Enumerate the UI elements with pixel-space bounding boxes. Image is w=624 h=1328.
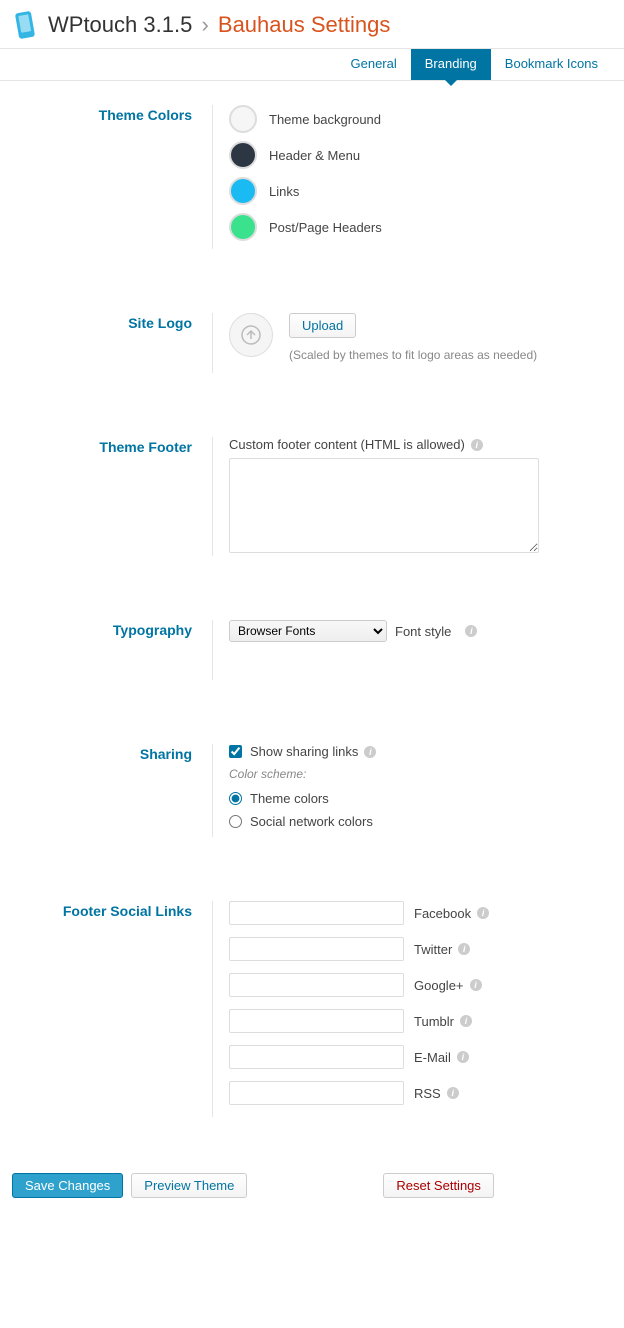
tumblr-input[interactable]: [229, 1009, 404, 1033]
color-label: Links: [269, 184, 299, 199]
tab-bookmark-icons[interactable]: Bookmark Icons: [491, 49, 612, 80]
social-row-email: E-Mail i: [229, 1045, 612, 1069]
page-header: WPtouch 3.1.5 › Bauhaus Settings: [0, 0, 624, 49]
radio-row-theme-colors: Theme colors: [229, 791, 612, 806]
save-changes-button[interactable]: Save Changes: [12, 1173, 123, 1198]
section-body: Show sharing links i Color scheme: Theme…: [212, 744, 612, 837]
info-icon[interactable]: i: [458, 943, 470, 955]
color-label: Theme background: [269, 112, 381, 127]
tab-branding[interactable]: Branding: [411, 49, 491, 80]
color-row-theme-background: Theme background: [229, 105, 612, 133]
section-title: Sharing: [12, 744, 212, 837]
color-row-links: Links: [229, 177, 612, 205]
color-swatch[interactable]: [229, 213, 257, 241]
upload-arrow-icon: [241, 325, 261, 345]
radio-row-social-colors: Social network colors: [229, 814, 612, 829]
section-body: Upload (Scaled by themes to fit logo are…: [212, 313, 612, 373]
wptouch-logo-icon: [12, 10, 42, 40]
preview-theme-button[interactable]: Preview Theme: [131, 1173, 247, 1198]
section-theme-footer: Theme Footer Custom footer content (HTML…: [0, 413, 624, 596]
social-row-facebook: Facebook i: [229, 901, 612, 925]
section-title: Site Logo: [12, 313, 212, 373]
email-input[interactable]: [229, 1045, 404, 1069]
product-name: WPtouch 3.1.5: [48, 12, 192, 37]
logo-row: Upload (Scaled by themes to fit logo are…: [229, 313, 612, 362]
social-label: Facebook: [414, 906, 471, 921]
info-icon[interactable]: i: [465, 625, 477, 637]
info-icon[interactable]: i: [460, 1015, 472, 1027]
color-row-header-menu: Header & Menu: [229, 141, 612, 169]
info-icon[interactable]: i: [470, 979, 482, 991]
color-label: Post/Page Headers: [269, 220, 382, 235]
logo-placeholder: [229, 313, 273, 357]
font-style-select[interactable]: Browser Fonts: [229, 620, 387, 642]
section-body: Browser Fonts Font style i: [212, 620, 612, 680]
tab-general[interactable]: General: [337, 49, 411, 80]
info-icon[interactable]: i: [447, 1087, 459, 1099]
social-row-googleplus: Google+ i: [229, 973, 612, 997]
color-scheme-radio-theme[interactable]: [229, 792, 242, 805]
social-label: Twitter: [414, 942, 452, 957]
section-site-logo: Site Logo Upload (Scaled by themes to fi…: [0, 289, 624, 413]
social-label: RSS: [414, 1086, 441, 1101]
show-sharing-checkbox[interactable]: [229, 745, 242, 758]
show-sharing-label: Show sharing links: [250, 744, 358, 759]
page-title: WPtouch 3.1.5 › Bauhaus Settings: [48, 12, 390, 38]
color-swatch[interactable]: [229, 105, 257, 133]
footer-content-textarea[interactable]: [229, 458, 539, 553]
typography-row: Browser Fonts Font style i: [229, 620, 612, 642]
info-icon[interactable]: i: [457, 1051, 469, 1063]
radio-label: Social network colors: [250, 814, 373, 829]
rss-input[interactable]: [229, 1081, 404, 1105]
info-icon[interactable]: i: [364, 746, 376, 758]
footer-actions: Save Changes Preview Theme Reset Setting…: [0, 1157, 624, 1222]
section-body: Theme background Header & Menu Links Pos…: [212, 105, 612, 249]
section-sharing: Sharing Show sharing links i Color schem…: [0, 720, 624, 877]
social-row-rss: RSS i: [229, 1081, 612, 1105]
radio-label: Theme colors: [250, 791, 329, 806]
section-title: Typography: [12, 620, 212, 680]
upload-button[interactable]: Upload: [289, 313, 356, 338]
social-label: E-Mail: [414, 1050, 451, 1065]
color-label: Header & Menu: [269, 148, 360, 163]
facebook-input[interactable]: [229, 901, 404, 925]
font-style-label: Font style: [395, 624, 451, 639]
section-typography: Typography Browser Fonts Font style i: [0, 596, 624, 720]
upload-column: Upload (Scaled by themes to fit logo are…: [289, 313, 537, 362]
social-label: Google+: [414, 978, 464, 993]
section-title: Theme Colors: [12, 105, 212, 249]
twitter-input[interactable]: [229, 937, 404, 961]
section-body: Custom footer content (HTML is allowed) …: [212, 437, 612, 556]
section-body: Facebook i Twitter i Google+ i Tumblr i …: [212, 901, 612, 1117]
reset-settings-button[interactable]: Reset Settings: [383, 1173, 494, 1198]
color-scheme-label: Color scheme:: [229, 767, 612, 781]
show-sharing-row: Show sharing links i: [229, 744, 612, 759]
footer-content-label: Custom footer content (HTML is allowed): [229, 437, 465, 452]
breadcrumb-separator: ›: [201, 12, 208, 37]
social-row-twitter: Twitter i: [229, 937, 612, 961]
social-row-tumblr: Tumblr i: [229, 1009, 612, 1033]
color-row-post-page-headers: Post/Page Headers: [229, 213, 612, 241]
section-theme-colors: Theme Colors Theme background Header & M…: [0, 81, 624, 289]
info-icon[interactable]: i: [471, 439, 483, 451]
page-subtitle: Bauhaus Settings: [218, 12, 390, 37]
social-label: Tumblr: [414, 1014, 454, 1029]
color-scheme-radio-social[interactable]: [229, 815, 242, 828]
googleplus-input[interactable]: [229, 973, 404, 997]
color-swatch[interactable]: [229, 177, 257, 205]
upload-hint: (Scaled by themes to fit logo areas as n…: [289, 348, 537, 362]
field-label-row: Custom footer content (HTML is allowed) …: [229, 437, 612, 452]
section-title: Theme Footer: [12, 437, 212, 556]
section-title: Footer Social Links: [12, 901, 212, 1117]
info-icon[interactable]: i: [477, 907, 489, 919]
section-footer-social: Footer Social Links Facebook i Twitter i…: [0, 877, 624, 1157]
color-swatch[interactable]: [229, 141, 257, 169]
tab-bar: General Branding Bookmark Icons: [0, 49, 624, 81]
